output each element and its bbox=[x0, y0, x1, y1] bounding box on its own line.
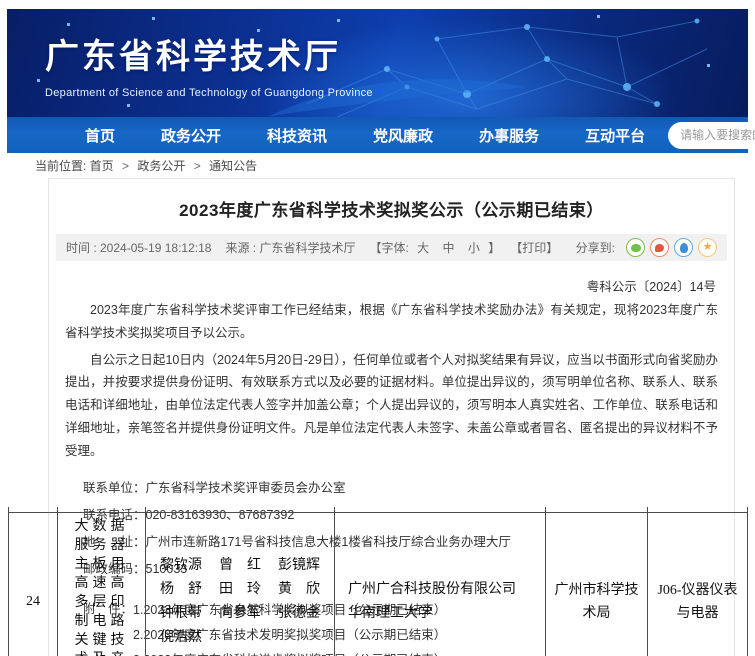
breadcrumb-separator: > bbox=[122, 159, 129, 173]
search-input[interactable] bbox=[668, 122, 755, 149]
cell-row-number: 24 bbox=[9, 512, 58, 656]
font-size-small[interactable]: 小 bbox=[468, 241, 480, 255]
font-size-control: 【字体: 大 中 小 】 bbox=[369, 239, 500, 256]
font-size-large[interactable]: 大 bbox=[417, 241, 429, 255]
nav-item-tech-news[interactable]: 科技资讯 bbox=[253, 125, 341, 146]
nav-item-party-conduct[interactable]: 党风廉政 bbox=[359, 125, 447, 146]
nav-item-home[interactable]: 首页 bbox=[71, 125, 129, 146]
award-table: 24 大数据服务器主板用高速高多层印制电路关键技术及产业化 黎钦源曾 红彭镜辉 … bbox=[8, 507, 748, 656]
font-size-medium[interactable]: 中 bbox=[443, 241, 455, 255]
cell-award-category: J06-仪器仪表与电器 bbox=[648, 512, 748, 656]
contact-unit: 联系单位：广东省科学技术奖评审委员会办公室 bbox=[83, 475, 718, 502]
breadcrumb: 当前位置: 首页 > 政务公开 > 通知公告 bbox=[7, 157, 748, 174]
favorite-share-icon[interactable]: ★ bbox=[698, 238, 717, 257]
article-meta-bar: 时间 : 2024-05-19 18:12:18 来源 : 广东省科学技术厅 【… bbox=[56, 234, 727, 261]
nav-item-interaction[interactable]: 互动平台 bbox=[571, 125, 659, 146]
nav-item-gov-info[interactable]: 政务公开 bbox=[147, 125, 235, 146]
site-subtitle: Department of Science and Technology of … bbox=[45, 87, 748, 99]
breadcrumb-separator: > bbox=[194, 159, 201, 173]
share-bar: 分享到: ★ bbox=[576, 238, 717, 257]
cell-organizations: 广州广合科技股份有限公司 华南理工大学 bbox=[335, 512, 546, 656]
breadcrumb-notices[interactable]: 通知公告 bbox=[209, 159, 257, 173]
article-paragraph: 自公示之日起10日内（2024年5月20日-29日），任何单位或者个人对拟奖结果… bbox=[65, 349, 718, 463]
main-nav: 首页 政务公开 科技资讯 党风廉政 办事服务 互动平台 搜 索 bbox=[7, 117, 748, 153]
article-title: 2023年度广东省科学技术奖拟奖公示（公示期已结束） bbox=[49, 196, 734, 221]
search-box: 搜 索 bbox=[668, 122, 755, 149]
breadcrumb-gov-info[interactable]: 政务公开 bbox=[137, 159, 185, 173]
print-button[interactable]: 【打印】 bbox=[510, 239, 558, 256]
article-source: 来源 : 广东省科学技术厅 bbox=[225, 239, 355, 256]
site-banner: 广东省科学技术厅 Department of Science and Techn… bbox=[7, 9, 748, 117]
page: 广东省科学技术厅 Department of Science and Techn… bbox=[0, 0, 755, 656]
breadcrumb-prefix: 当前位置: bbox=[35, 159, 90, 173]
cell-project-name: 大数据服务器主板用高速高多层印制电路关键技术及产业化 bbox=[58, 512, 146, 656]
nav-item-services[interactable]: 办事服务 bbox=[465, 125, 553, 146]
breadcrumb-home[interactable]: 首页 bbox=[90, 159, 114, 173]
share-label: 分享到: bbox=[576, 239, 615, 256]
publish-time: 时间 : 2024-05-19 18:12:18 bbox=[66, 239, 211, 256]
font-size-open: 【字体: bbox=[369, 241, 408, 255]
nav-items: 首页 政务公开 科技资讯 党风廉政 办事服务 互动平台 bbox=[7, 125, 668, 146]
site-title: 广东省科学技术厅 bbox=[45, 29, 748, 78]
article-paragraph: 2023年度广东省科学技术奖评审工作已经结束，根据《广东省科学技术奖励办法》有关… bbox=[65, 299, 718, 345]
qq-share-icon[interactable] bbox=[674, 238, 693, 257]
cell-nominator: 广州市科学技术局 bbox=[546, 512, 648, 656]
cell-awardees: 黎钦源曾 红彭镜辉 杨 舒田 玲黄 欣 钟根带向参军张德金 倪浩然 bbox=[146, 512, 335, 656]
table-row-24: 24 大数据服务器主板用高速高多层印制电路关键技术及产业化 黎钦源曾 红彭镜辉 … bbox=[9, 512, 748, 656]
weibo-share-icon[interactable] bbox=[650, 238, 669, 257]
wechat-share-icon[interactable] bbox=[626, 238, 645, 257]
font-size-close: 】 bbox=[488, 241, 500, 255]
document-number: 粤科公示〔2024〕14号 bbox=[49, 276, 716, 295]
